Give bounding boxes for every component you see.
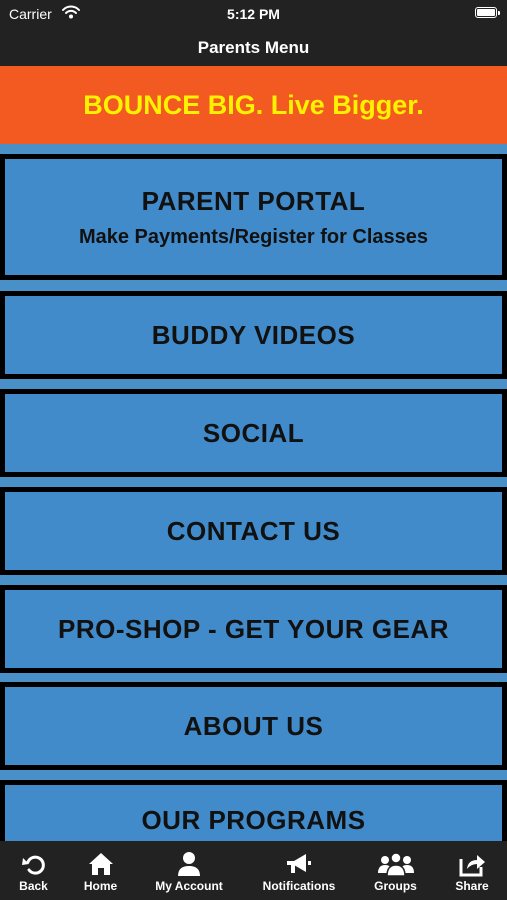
tab-label: Share: [455, 879, 489, 893]
menu-item-pro-shop[interactable]: PRO-SHOP - GET YOUR GEAR: [0, 585, 507, 673]
status-bar: Carrier 5:12 PM: [0, 0, 507, 28]
menu-item-title: PARENT PORTAL: [141, 185, 366, 216]
tab-groups[interactable]: Groups: [354, 841, 437, 900]
menu-item-subtitle: Make Payments/Register for Classes: [78, 225, 429, 248]
tab-label: Groups: [374, 879, 417, 893]
menu-item-title: PRO-SHOP - GET YOUR GEAR: [58, 613, 449, 644]
tab-back[interactable]: Back: [0, 841, 67, 900]
menu-list: PARENT PORTAL Make Payments/Register for…: [0, 144, 507, 841]
menu-item-about-us[interactable]: ABOUT US: [0, 682, 507, 770]
menu-item-title: OUR PROGRAMS: [141, 805, 366, 835]
menu-item-social[interactable]: SOCIAL: [0, 389, 507, 477]
back-icon: [21, 851, 47, 877]
tab-share[interactable]: Share: [437, 841, 507, 900]
tab-home[interactable]: Home: [67, 841, 134, 900]
nav-bar: Parents Menu: [0, 28, 507, 66]
menu-item-buddy-videos[interactable]: BUDDY VIDEOS: [0, 291, 507, 379]
tab-label: My Account: [155, 879, 223, 893]
menu-item-our-programs[interactable]: OUR PROGRAMS: [0, 780, 507, 841]
menu-item-title: SOCIAL: [202, 417, 305, 448]
tab-notifications[interactable]: Notifications: [244, 841, 354, 900]
page-title: Parents Menu: [197, 38, 310, 57]
groups-icon: [376, 851, 416, 877]
home-icon: [88, 851, 114, 877]
menu-item-parent-portal[interactable]: PARENT PORTAL Make Payments/Register for…: [0, 154, 507, 280]
menu-item-title: CONTACT US: [166, 515, 341, 546]
menu-item-title: BUDDY VIDEOS: [151, 319, 356, 350]
battery-icon: [475, 7, 500, 18]
tab-label: Back: [19, 879, 48, 893]
menu-item-contact-us[interactable]: CONTACT US: [0, 487, 507, 575]
menu-item-title: ABOUT US: [183, 710, 324, 741]
share-icon: [458, 851, 486, 877]
tab-label: Notifications: [262, 879, 336, 893]
status-time: 5:12 PM: [227, 6, 280, 22]
user-icon: [176, 851, 202, 877]
tab-bar: Back Home My Account Notifications Group…: [0, 841, 507, 900]
tab-label: Home: [83, 879, 118, 893]
banner-text: BOUNCE BIG. Live Bigger.: [83, 90, 424, 120]
tab-my-account[interactable]: My Account: [134, 841, 244, 900]
megaphone-icon: [285, 851, 313, 877]
promo-banner: BOUNCE BIG. Live Bigger.: [0, 66, 507, 144]
